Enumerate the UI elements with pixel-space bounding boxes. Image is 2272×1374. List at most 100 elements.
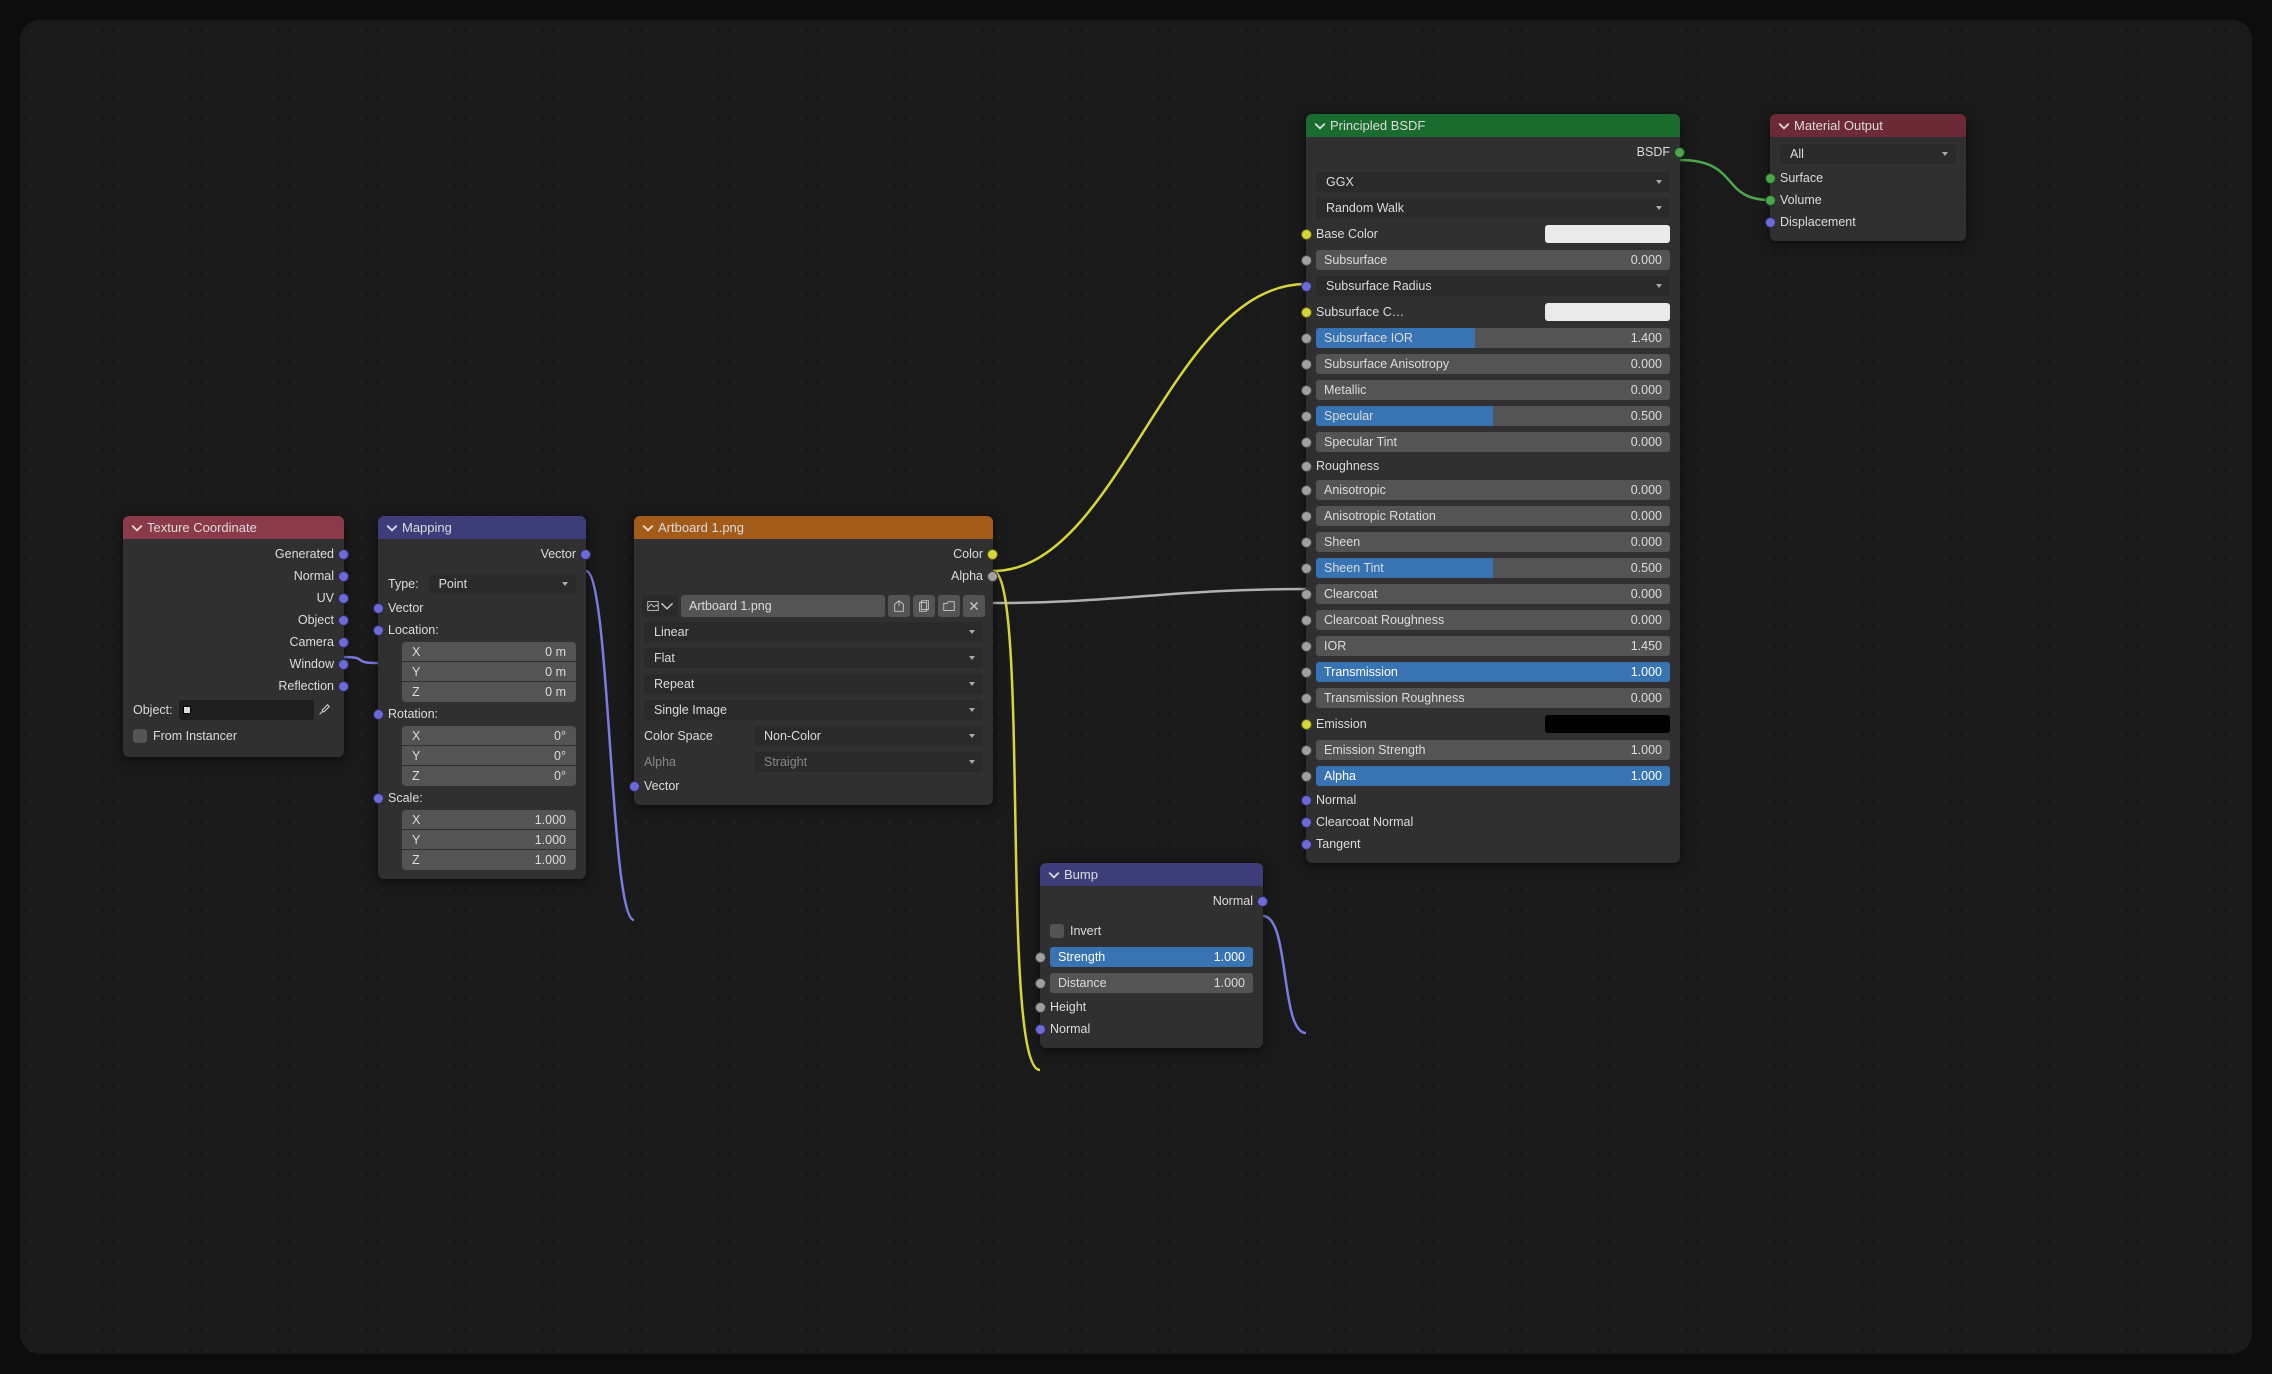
socket-color-icon[interactable] [987,549,998,560]
input-emission[interactable]: Emission [1306,711,1680,737]
unlink-button[interactable] [963,595,985,617]
image-name-field[interactable]: Artboard 1.png [681,595,885,617]
input-vector[interactable]: Vector [634,775,993,797]
output-normal[interactable]: Normal [123,565,344,587]
input-subsurface[interactable]: Subsurface0.000 [1306,247,1680,273]
socket-vector-icon[interactable] [338,637,349,648]
input-subsurface-anisotropy[interactable]: Subsurface Anisotropy0.000 [1306,351,1680,377]
input-transmission[interactable]: Transmission1.000 [1306,659,1680,685]
socket-value-icon[interactable] [1301,255,1312,266]
socket-vector-icon[interactable] [1301,817,1312,828]
socket-value-icon[interactable] [1301,693,1312,704]
output-uv[interactable]: UV [123,587,344,609]
input-clearcoat-roughness[interactable]: Clearcoat Roughness0.000 [1306,607,1680,633]
eyedropper-button[interactable] [314,700,334,720]
type-dropdown[interactable]: Point [429,574,576,594]
socket-color-icon[interactable] [1301,719,1312,730]
open-image-button[interactable] [938,595,960,617]
output-alpha[interactable]: Alpha [634,565,993,587]
input-anisotropic[interactable]: Anisotropic0.000 [1306,477,1680,503]
node-mapping[interactable]: Mapping Vector Type: Point Vector Locati… [378,516,586,879]
socket-value-icon[interactable] [1035,952,1046,963]
output-bsdf[interactable]: BSDF [1306,141,1680,163]
socket-value-icon[interactable] [1301,385,1312,396]
socket-value-icon[interactable] [1301,641,1312,652]
output-camera[interactable]: Camera [123,631,344,653]
input-subsurface-radius[interactable]: Subsurface Radius [1306,273,1680,299]
socket-shader-icon[interactable] [1674,147,1685,158]
from-instancer-row[interactable]: From Instancer [123,723,344,749]
input-strength[interactable]: Strength1.000 [1040,944,1263,970]
socket-value-icon[interactable] [1301,745,1312,756]
socket-color-icon[interactable] [1301,229,1312,240]
new-image-button[interactable] [913,595,935,617]
socket-shader-icon[interactable] [1765,195,1776,206]
input-clearcoat-normal[interactable]: Clearcoat Normal [1306,811,1680,833]
input-normal[interactable]: Normal [1040,1018,1263,1040]
checkbox-icon[interactable] [1050,924,1064,938]
socket-value-icon[interactable] [1301,485,1312,496]
socket-vector-icon[interactable] [1035,1024,1046,1035]
socket-value-icon[interactable] [1301,511,1312,522]
projection-dropdown[interactable]: Flat [644,648,983,668]
socket-value-icon[interactable] [1301,461,1312,472]
socket-vector-icon[interactable] [1765,217,1776,228]
colorspace-dropdown[interactable]: Non-Color [754,726,983,746]
input-emission-strength[interactable]: Emission Strength1.000 [1306,737,1680,763]
output-vector[interactable]: Vector [378,543,586,565]
input-transmission-roughness[interactable]: Transmission Roughness0.000 [1306,685,1680,711]
color-swatch[interactable] [1545,303,1670,321]
socket-vector-icon[interactable] [1257,896,1268,907]
input-volume[interactable]: Volume [1770,189,1966,211]
output-reflection[interactable]: Reflection [123,675,344,697]
input-ior[interactable]: IOR1.450 [1306,633,1680,659]
node-header[interactable]: Artboard 1.png [634,516,993,539]
sss-method-dropdown[interactable]: Random Walk [1316,198,1670,218]
input-clearcoat[interactable]: Clearcoat0.000 [1306,581,1680,607]
input-roughness[interactable]: Roughness [1306,455,1680,477]
socket-vector-icon[interactable] [629,781,640,792]
socket-value-icon[interactable] [1301,563,1312,574]
output-normal[interactable]: Normal [1040,890,1263,912]
distribution-dropdown[interactable]: GGX [1316,172,1670,192]
output-generated[interactable]: Generated [123,543,344,565]
node-bump[interactable]: Bump Normal Invert Strength1.000 Distanc… [1040,863,1263,1048]
socket-vector-icon[interactable] [338,659,349,670]
node-texture-coordinate[interactable]: Texture Coordinate Generated Normal UV O… [123,516,344,757]
location-triplet[interactable]: X0 m Y0 m Z0 m [402,642,576,702]
socket-color-icon[interactable] [1301,307,1312,318]
node-image-texture[interactable]: Artboard 1.png Color Alpha Artboard 1.pn… [634,516,993,805]
socket-value-icon[interactable] [987,571,998,582]
socket-vector-icon[interactable] [1301,795,1312,806]
socket-vector-icon[interactable] [1301,839,1312,850]
extension-dropdown[interactable]: Repeat [644,674,983,694]
socket-vector-icon[interactable] [338,571,349,582]
socket-value-icon[interactable] [1035,978,1046,989]
socket-value-icon[interactable] [1301,437,1312,448]
socket-value-icon[interactable] [1301,359,1312,370]
socket-vector-icon[interactable] [373,793,384,804]
input-tangent[interactable]: Tangent [1306,833,1680,855]
node-header[interactable]: Mapping [378,516,586,539]
socket-value-icon[interactable] [1301,771,1312,782]
alpha-mode-dropdown[interactable]: Straight [754,752,983,772]
input-height[interactable]: Height [1040,996,1263,1018]
socket-value-icon[interactable] [1301,589,1312,600]
socket-vector-icon[interactable] [580,549,591,560]
checkbox-icon[interactable] [133,729,147,743]
color-swatch[interactable] [1545,225,1670,243]
interpolation-dropdown[interactable]: Linear [644,622,983,642]
input-vector[interactable]: Vector [378,597,586,619]
socket-value-icon[interactable] [1301,333,1312,344]
rotation-triplet[interactable]: X0° Y0° Z0° [402,726,576,786]
socket-value-icon[interactable] [1301,615,1312,626]
socket-value-icon[interactable] [1301,411,1312,422]
input-specular-tint[interactable]: Specular Tint0.000 [1306,429,1680,455]
source-dropdown[interactable]: Single Image [644,700,983,720]
input-anisotropic-rotation[interactable]: Anisotropic Rotation0.000 [1306,503,1680,529]
fake-user-button[interactable] [888,595,910,617]
target-dropdown[interactable]: All [1780,144,1956,164]
input-displacement[interactable]: Displacement [1770,211,1966,233]
output-object[interactable]: Object [123,609,344,631]
output-color[interactable]: Color [634,543,993,565]
